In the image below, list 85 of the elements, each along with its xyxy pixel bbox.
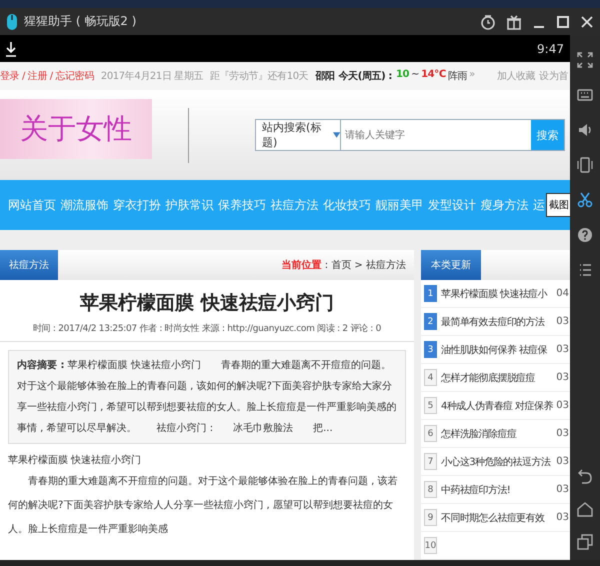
home-icon[interactable] — [577, 501, 593, 517]
weather-condition: 阵雨 — [448, 70, 468, 83]
article-link[interactable]: 怎样才能彻底摆脱痘痘 — [441, 370, 536, 384]
article-date: 03 — [556, 372, 570, 383]
rank-badge: 2 — [424, 313, 437, 330]
article-link[interactable]: 油性肌肤如何保养 祛痘保 — [441, 342, 547, 356]
fullscreen-icon[interactable] — [577, 52, 593, 68]
article-date: 04 — [556, 288, 570, 299]
rank-badge: 4 — [424, 369, 437, 386]
breadcrumb-label: 当前位置 — [282, 258, 322, 272]
nav-link[interactable]: 瘦身方法 — [480, 196, 528, 214]
article-link[interactable]: 4种成人伪青春痘 对症保养 — [441, 398, 553, 412]
nav-link[interactable]: 潮流服饰 — [60, 196, 108, 214]
account-link[interactable]: 注册 — [28, 71, 47, 82]
nav-link[interactable]: 靓丽美甲 — [376, 196, 424, 214]
rank-badge: 6 — [424, 425, 437, 442]
header-link[interactable]: 设为首 — [539, 69, 568, 83]
nav-link[interactable]: 运 — [533, 196, 545, 214]
category-tab[interactable]: 祛痘方法 — [0, 250, 58, 280]
article-date: 03 — [556, 428, 570, 439]
logo-banner[interactable]: 关于女性 — [0, 99, 152, 159]
nav-link[interactable]: 网站首页 — [8, 196, 56, 214]
rank-badge: 10 — [424, 537, 437, 554]
temp-separator: ~ — [411, 69, 420, 82]
link-separator: / — [48, 71, 54, 82]
rank-badge: 8 — [424, 481, 437, 498]
scissors-icon[interactable] — [577, 192, 593, 208]
holiday-countdown: 距『劳动节』还有10天 — [210, 70, 308, 83]
nav-link[interactable]: 发型设计 — [428, 196, 476, 214]
rank-badge: 1 — [424, 285, 437, 302]
nav-link[interactable]: 化妆技巧 — [323, 196, 371, 214]
temp-low: 10 — [396, 69, 410, 82]
volume-icon[interactable] — [577, 122, 593, 138]
window-title: 猩猩助手 ( 畅玩版2 ) — [24, 13, 136, 30]
menu-icon[interactable] — [577, 262, 593, 278]
article-date: 03 — [556, 512, 570, 523]
article-date: 03 — [556, 400, 570, 411]
gift-icon[interactable] — [506, 14, 522, 30]
keyboard-icon[interactable] — [577, 87, 593, 103]
article-meta: 时间 : 2017/4/2 13:25:07 作者 : 时尚女性 来源 : http://guanyuzc.com 阅读 : 2 评论 : 0 — [0, 322, 414, 342]
download-icon — [6, 40, 16, 56]
screenshot-tooltip: 截图 — [546, 193, 570, 217]
account-link[interactable]: 登录 — [0, 71, 20, 82]
article-link[interactable]: 最简单有效去痘印的方法 — [441, 314, 544, 328]
article-title: 苹果柠檬面膜 快速祛痘小窍门 — [79, 292, 335, 314]
clock-icon[interactable] — [480, 14, 496, 30]
account-link[interactable]: 忘记密码 — [55, 71, 94, 82]
recent-apps-icon[interactable] — [577, 534, 593, 550]
weather-city: 邵阳 — [315, 70, 335, 83]
weather-more-link[interactable]: » — [469, 69, 475, 83]
back-icon[interactable] — [577, 468, 593, 484]
nav-link[interactable]: 护肤常识 — [166, 196, 214, 214]
close-icon[interactable] — [580, 14, 594, 28]
logo-text: 关于女性 — [20, 111, 132, 147]
nav-link[interactable]: 祛痘方法 — [270, 196, 318, 214]
article-link[interactable]: 小心这3种危险的祛逗方法 — [441, 454, 550, 468]
weather-day: 今天(周五) : — [338, 69, 392, 83]
rank-badge: 5 — [424, 397, 437, 414]
link-separator: / — [20, 71, 26, 82]
article-date: 03 — [556, 344, 570, 355]
temp-high: 14℃ — [421, 69, 446, 82]
help-icon[interactable] — [577, 227, 593, 243]
article-link[interactable]: 苹果柠檬面膜 快速祛痘小 — [441, 286, 547, 300]
maximize-icon[interactable] — [556, 14, 570, 28]
article-subtitle: 苹果柠檬面膜 快速祛痘小窍门 — [8, 454, 142, 467]
clock-time: 9:47 — [537, 42, 564, 56]
rank-badge: 9 — [424, 509, 437, 526]
nav-link[interactable]: 穿衣打扮 — [113, 196, 161, 214]
article-date: 03 — [556, 316, 570, 327]
article-link[interactable]: 不同时期怎么祛痘更有效 — [441, 510, 544, 524]
article-date: 03 — [556, 456, 570, 467]
article-link[interactable]: 中药祛痘印方法! — [441, 482, 510, 496]
header-link[interactable]: 加人收藏 — [496, 69, 536, 83]
mouse-icon — [6, 12, 18, 30]
rank-badge: 3 — [424, 341, 437, 358]
article-date: 03 — [556, 484, 570, 495]
article-link[interactable]: 怎样洗脸消除痘痘 — [441, 426, 516, 440]
article-body: 青春期的重大难题离不开痘痘的问题。对于这个最能够体验在脸上的青春问题 , 该若何的解决呢?下面美容护肤专家给人人分享一些祛痘小窍门 , 愿望可以帮到想要祛痘的女人。脸上长痘痘是一件严重影响美感 — [8, 474, 399, 537]
phone-shake-icon[interactable] — [577, 157, 593, 173]
breadcrumb-path[interactable]: : 首页 > 祛痘方法 — [324, 258, 406, 272]
nav-link[interactable]: 保养技巧 — [218, 196, 266, 214]
date-text: 2017年4月21日 星期五 — [100, 70, 203, 83]
panel-tab[interactable]: 本类更新 — [421, 250, 481, 280]
summary-text: 内容摘要 : 苹果柠檬面膜 快速祛痘小窍门 青春期的重大难题离不开痘痘的问题。对于这个最能够体验在脸上的青春问题 , 该如何的解决呢?下面美容护肤专家给大家分享一些祛痘小窍门 , 希望可以帮到想要祛痘的女人。脸上长痘痘是一件严重影响美感的事情 , 希望可以尽早解决。 祛痘小窍门 : 冰毛巾敷脸法 把... — [17, 358, 397, 436]
rank-badge: 7 — [424, 453, 437, 470]
